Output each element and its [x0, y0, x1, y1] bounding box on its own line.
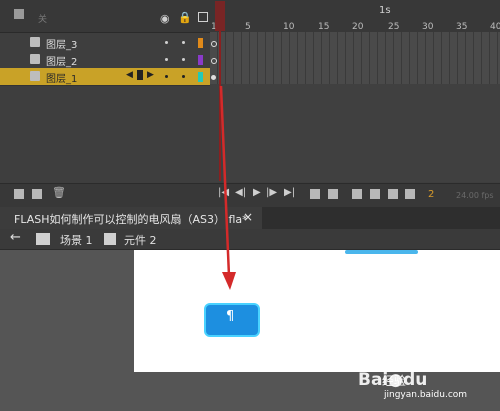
layer-row[interactable]: 图层_2 [0, 51, 210, 69]
layer-icon [30, 71, 40, 81]
frame-tick: 15 [318, 22, 330, 32]
keyframe-marker[interactable] [211, 41, 217, 47]
breadcrumb-scene[interactable]: 场景 1 [60, 232, 93, 248]
go-to-first-frame-icon[interactable]: |◀ [218, 187, 229, 198]
outline-toggle-icon[interactable] [198, 12, 208, 22]
prev-keyframe-icon[interactable]: ◀ [126, 70, 133, 80]
keyframe-marker[interactable] [211, 75, 216, 80]
watermark-text: 经验 [382, 374, 407, 388]
center-frame-icon[interactable] [328, 189, 338, 199]
lock-dot[interactable] [182, 58, 185, 61]
delete-layer-icon[interactable]: 🗑 [52, 186, 66, 199]
go-to-last-frame-icon[interactable]: ▶| [284, 187, 295, 198]
loop-icon[interactable] [310, 189, 320, 199]
layer-color-swatch[interactable] [198, 38, 203, 48]
modify-markers-icon[interactable] [405, 189, 415, 199]
layer-color-swatch[interactable] [198, 55, 203, 65]
lock-icon[interactable]: 🔒 [178, 11, 192, 24]
edit-multiple-frames-icon[interactable] [388, 189, 398, 199]
visibility-dot[interactable] [165, 75, 168, 78]
layer-row-selected[interactable]: 图层_1 ◀ ▶ [0, 68, 210, 86]
frame-tick: 5 [245, 22, 251, 32]
playhead-line [219, 31, 221, 181]
layer-outline-icon[interactable] [14, 9, 24, 19]
lock-dot[interactable] [182, 75, 185, 78]
onion-skin-icon[interactable] [352, 189, 362, 199]
visibility-dot[interactable] [165, 58, 168, 61]
scene-icon [36, 233, 50, 245]
document-title[interactable]: FLASH如何制作可以控制的电风扇（AS3）.fla* [14, 211, 248, 227]
current-frame[interactable]: 2 [428, 189, 434, 200]
ruler-second-marker: 1s [379, 5, 391, 16]
breadcrumb-symbol[interactable]: 元件 2 [124, 232, 157, 248]
lock-dot[interactable] [182, 41, 185, 44]
playhead[interactable] [215, 1, 225, 31]
frame-tick: 30 [422, 22, 434, 32]
frame-rate[interactable]: 24.00 fps [456, 191, 494, 200]
close-icon[interactable]: × [243, 210, 253, 224]
symbol-registration-mark: ¶ [226, 309, 235, 324]
keyframe-toggle-icon[interactable] [137, 70, 143, 80]
onion-outline-icon[interactable] [370, 189, 380, 199]
step-back-icon[interactable]: ◀| [235, 187, 246, 198]
frame-grid[interactable] [210, 32, 500, 84]
step-forward-icon[interactable]: |▶ [266, 187, 277, 198]
frame-tick: 25 [388, 22, 400, 32]
timeline-toolbar [0, 183, 500, 208]
new-layer-icon[interactable] [14, 189, 24, 199]
next-keyframe-icon[interactable]: ▶ [147, 70, 154, 80]
back-arrow-icon[interactable]: ← [10, 230, 21, 245]
play-icon[interactable]: ▶ [253, 187, 261, 198]
layer-icon [30, 37, 40, 47]
new-folder-icon[interactable] [32, 189, 42, 199]
keyframe-marker[interactable] [211, 58, 217, 64]
frame-tick: 40 [490, 22, 500, 32]
frame-tick: 10 [283, 22, 295, 32]
eye-icon[interactable]: ◉ [160, 12, 170, 25]
visibility-dot[interactable] [165, 41, 168, 44]
layer-name[interactable]: 图层_1 [46, 70, 77, 85]
shape-fragment[interactable] [345, 250, 418, 254]
frame-grid-empty[interactable] [210, 84, 500, 182]
stage[interactable] [134, 250, 500, 372]
layer-row[interactable]: 图层_3 [0, 34, 210, 52]
symbol-icon [104, 233, 116, 245]
layer-icon [30, 54, 40, 64]
header-label: 关 [38, 15, 48, 25]
watermark-url: jingyan.baidu.com [384, 390, 468, 400]
layer-color-swatch[interactable] [198, 72, 203, 82]
layer-name[interactable]: 图层_3 [46, 36, 77, 51]
frame-tick: 35 [456, 22, 468, 32]
frame-tick: 20 [352, 22, 364, 32]
layer-name[interactable]: 图层_2 [46, 53, 77, 68]
